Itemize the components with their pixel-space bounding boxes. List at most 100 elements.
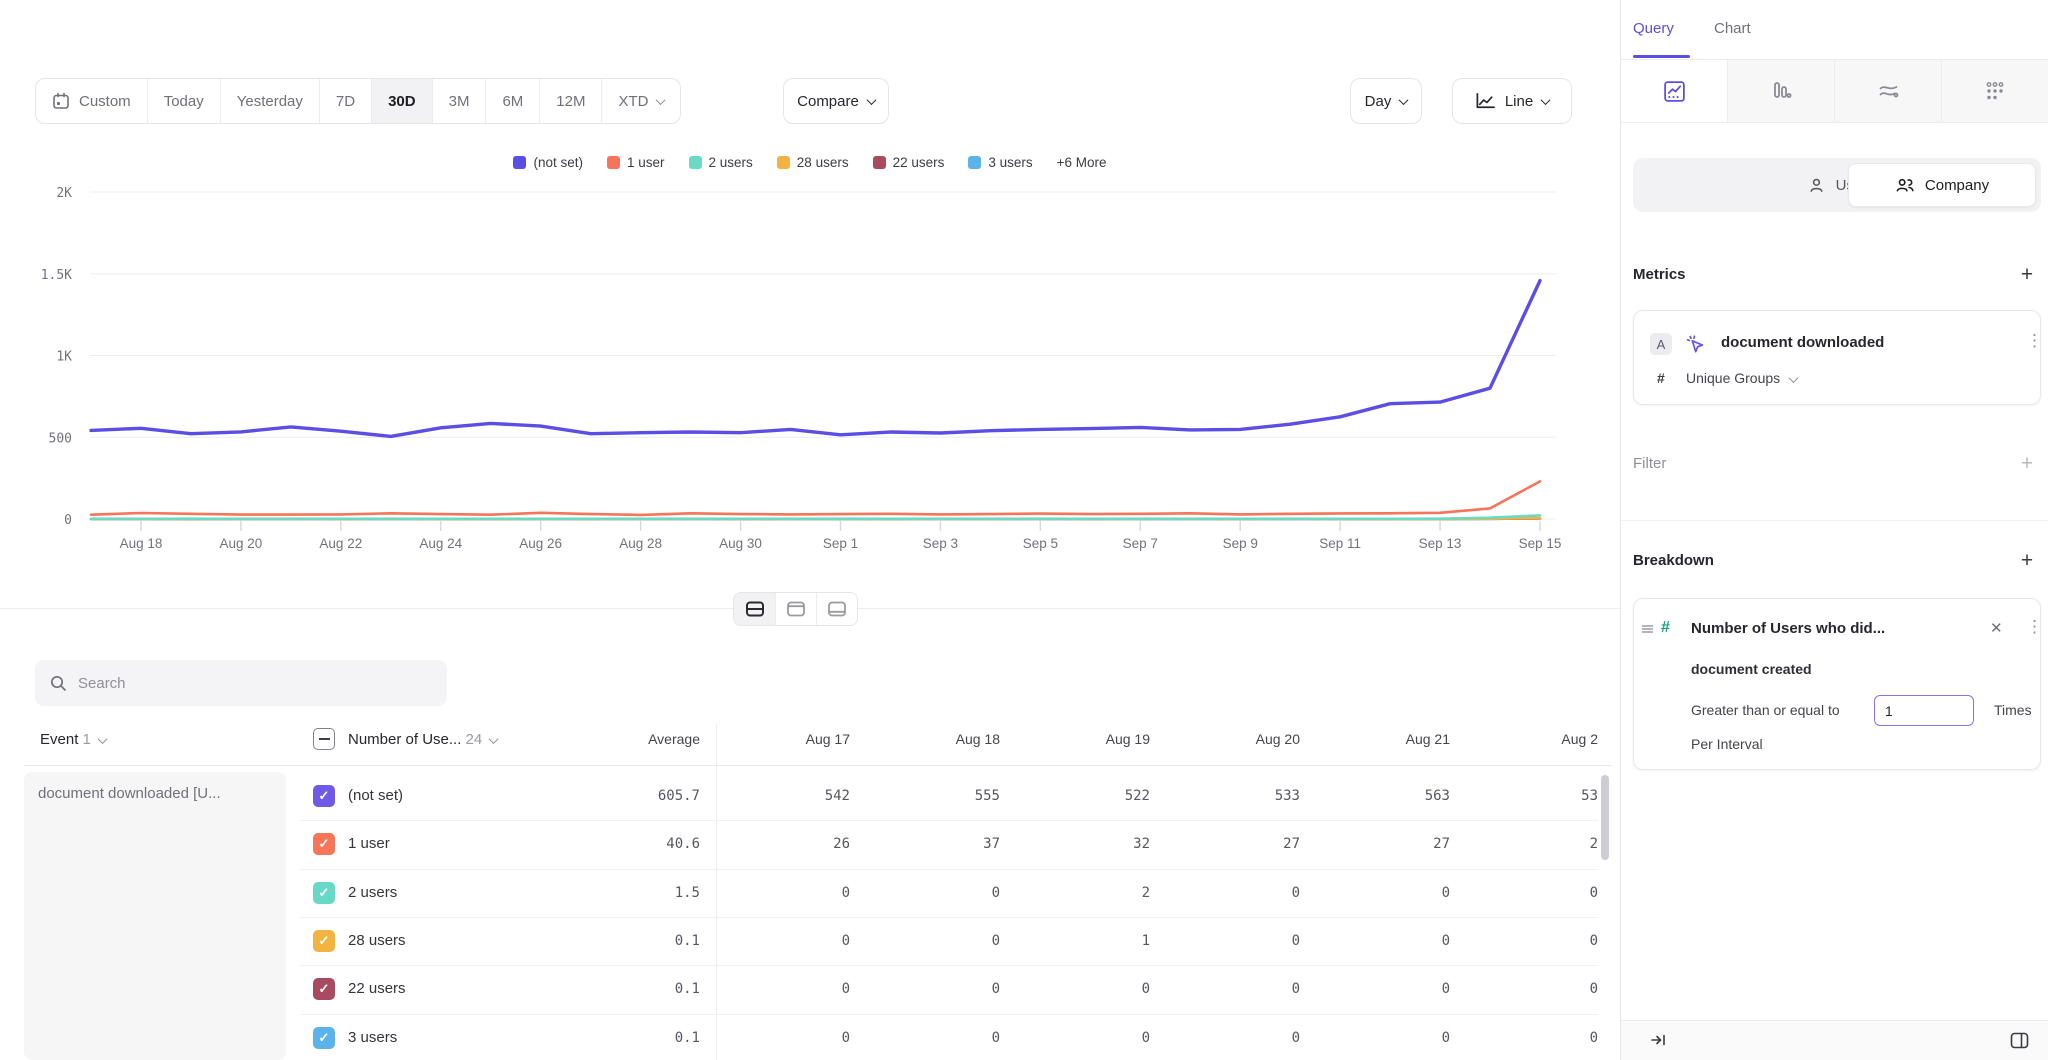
search-box: [35, 660, 447, 706]
column-header-aug-20[interactable]: Aug 20: [1170, 731, 1300, 747]
series-label: 3 users: [348, 1029, 397, 1046]
range-option-6m[interactable]: 6M: [485, 79, 539, 123]
add-breakdown-button[interactable]: +: [2014, 548, 2040, 574]
range-option-label: 7D: [336, 93, 355, 110]
calendar-icon: [52, 92, 70, 110]
layout-toggle-split-view[interactable]: [734, 593, 775, 625]
range-option-custom[interactable]: Custom: [36, 79, 147, 123]
drag-handle-icon[interactable]: [1641, 623, 1654, 635]
interval-button[interactable]: Day: [1350, 78, 1422, 124]
stream-chart-icon: [1876, 79, 1901, 103]
breakdown-section-title: Breakdown: [1633, 552, 1714, 569]
column-header-aug-17[interactable]: Aug 17: [720, 731, 850, 747]
range-option-yesterday[interactable]: Yesterday: [220, 79, 319, 123]
column-header-aug-18[interactable]: Aug 18: [870, 731, 1000, 747]
times-value-input[interactable]: [1874, 695, 1974, 726]
breakdown-kebab-menu-icon[interactable]: ⋮: [2026, 618, 2043, 635]
row-divider: [300, 1014, 1598, 1015]
analytics-app: Custom Today Yesterday 7D 30D3M6M 12M XTD Comp…: [0, 0, 2048, 1060]
cell-value: 0: [870, 981, 1000, 997]
series-label: 22 users: [348, 980, 406, 997]
series-line-2-users[interactable]: [91, 515, 1540, 519]
y-axis-tick-label: 1K: [56, 350, 72, 365]
search-input[interactable]: [78, 675, 433, 692]
chart-type-tile-bar-chart[interactable]: [1727, 60, 1834, 122]
range-option-3m[interactable]: 3M: [432, 79, 486, 123]
column-header-average[interactable]: Average: [570, 731, 700, 747]
y-axis-tick-label: 500: [49, 431, 72, 446]
select-all-checkbox[interactable]: [313, 728, 335, 750]
cell-value: 533: [1170, 788, 1300, 804]
average-value: 40.6: [570, 836, 700, 852]
series-checkbox-22-users[interactable]: ✓: [313, 978, 335, 1000]
chart-type-tile-breakdown-grid[interactable]: [1941, 60, 2048, 122]
chevron-down-icon: [1789, 373, 1799, 383]
x-axis-tick-label: Aug 30: [719, 536, 762, 551]
range-option-label: 12M: [556, 93, 585, 110]
compare-button[interactable]: Compare: [783, 78, 889, 124]
cell-value: 542: [720, 788, 850, 804]
metric-card[interactable]: A document downloaded ⋮ # Unique Groups: [1633, 310, 2041, 405]
cell-value: 0: [1170, 1030, 1300, 1046]
date-range-group: Custom Today Yesterday 7D 30D3M6M 12M XTD: [35, 78, 681, 124]
collapse-panel-icon[interactable]: [1650, 1032, 1668, 1048]
table-only-view-icon: [827, 600, 847, 618]
breakdown-condition-label[interactable]: Greater than or equal to: [1691, 702, 1840, 718]
range-option-7d[interactable]: 7D: [319, 79, 371, 123]
close-icon[interactable]: ✕: [1990, 619, 2003, 637]
range-option-today[interactable]: Today: [147, 79, 220, 123]
tab-query[interactable]: Query: [1633, 20, 1674, 37]
per-interval-label[interactable]: Per Interval: [1691, 736, 1763, 752]
column-header-aug-2[interactable]: Aug 2: [1468, 731, 1598, 747]
cell-value: 0: [720, 1030, 850, 1046]
cell-value: 2: [1020, 885, 1150, 901]
series-checkbox-1-user[interactable]: ✓: [313, 833, 335, 855]
metric-badge: A: [1650, 333, 1672, 355]
breakdown-grid-icon: [1983, 79, 2007, 103]
panel-layout-icon[interactable]: [2010, 1032, 2029, 1049]
metric-event-name[interactable]: document downloaded: [1721, 334, 1884, 351]
chart-type-tile-stream-chart[interactable]: [1834, 60, 1941, 122]
range-option-12m[interactable]: 12M: [539, 79, 601, 123]
vertical-scrollbar[interactable]: [1601, 775, 1609, 860]
indeterminate-mark-icon: [319, 738, 330, 740]
x-axis-tick-label: Aug 18: [120, 536, 163, 551]
series-checkbox-2-users[interactable]: ✓: [313, 882, 335, 904]
measure-hash-icon: #: [1657, 370, 1665, 386]
range-option-30d[interactable]: 30D: [371, 79, 432, 123]
series-count: 24: [466, 731, 483, 748]
range-option-label: Today: [164, 93, 204, 110]
series-checkbox-28-users[interactable]: ✓: [313, 930, 335, 952]
column-header-aug-21[interactable]: Aug 21: [1320, 731, 1450, 747]
measure-dropdown[interactable]: Unique Groups: [1686, 370, 1797, 386]
scope-option-company[interactable]: Company: [1848, 163, 2036, 207]
series-line--not-set-[interactable]: [91, 281, 1540, 437]
layout-toggle-chart-only-view[interactable]: [775, 593, 816, 625]
event-row-document-downloaded[interactable]: document downloaded [U...: [24, 772, 286, 1060]
times-unit-label: Times: [1994, 702, 2032, 718]
series-line-1-user[interactable]: [91, 481, 1540, 515]
event-count: 1: [83, 731, 91, 748]
metric-kebab-menu-icon[interactable]: ⋮: [2026, 332, 2043, 349]
range-option-xtd[interactable]: XTD: [601, 79, 680, 123]
series-checkbox--not-set-[interactable]: ✓: [313, 785, 335, 807]
series-checkbox-3-users[interactable]: ✓: [313, 1027, 335, 1049]
tab-chart[interactable]: Chart: [1714, 20, 1751, 37]
event-column-header[interactable]: Event 1: [40, 731, 106, 748]
cell-value: 522: [1020, 788, 1150, 804]
chart-type-button[interactable]: Line: [1452, 78, 1572, 124]
chart-type-tile-line-chart[interactable]: [1621, 60, 1727, 122]
add-filter-button[interactable]: +: [2014, 451, 2040, 477]
metrics-section-title: Metrics: [1633, 266, 1686, 283]
layout-toggle-table-only-view[interactable]: [816, 593, 857, 625]
column-header-aug-19[interactable]: Aug 19: [1020, 731, 1150, 747]
cell-value: 2: [1468, 836, 1598, 852]
line-chart[interactable]: 05001K1.5K2KAug 18Aug 20Aug 22Aug 24Aug …: [0, 150, 1620, 570]
series-column-header[interactable]: Number of Use... 24: [348, 731, 497, 748]
breakdown-card[interactable]: # Number of Users who did... ✕ ⋮ documen…: [1633, 598, 2041, 770]
add-metric-button[interactable]: +: [2014, 262, 2040, 288]
range-option-label: Yesterday: [237, 93, 303, 110]
chevron-down-icon: [98, 734, 108, 744]
average-value: 0.1: [570, 981, 700, 997]
average-value: 1.5: [570, 885, 700, 901]
